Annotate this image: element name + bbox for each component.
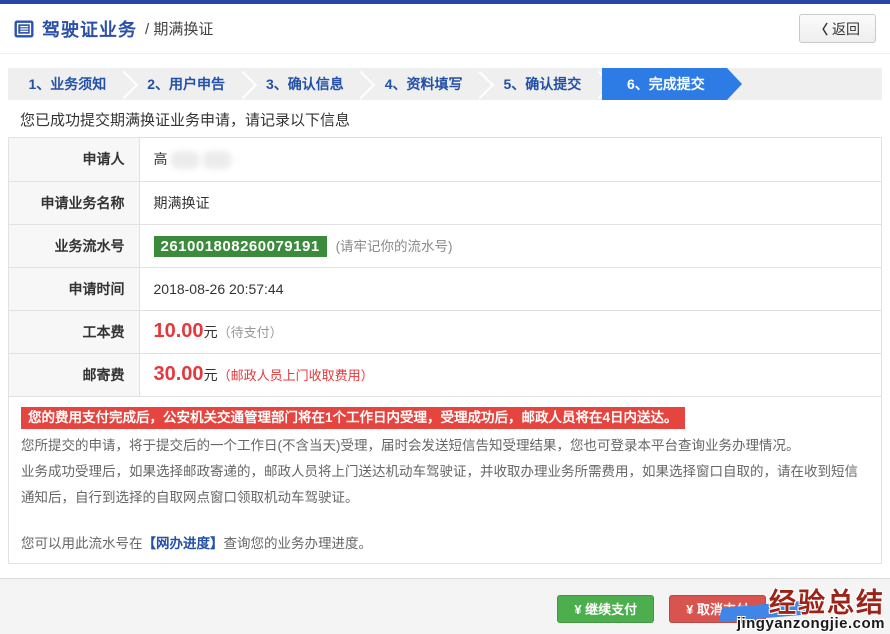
redacted-name [202,151,232,169]
notice-paragraph-1: 您所提交的申请，将于提交后的一个工作日(不含当天)受理，届时会发送短信告知受理结… [21,433,869,459]
online-progress-link[interactable]: 【网办进度】 [143,536,224,551]
page: 驾驶证业务 / 期满换证 〈 返回 1、业务须知 2、用户申告 3、确认信息 4… [0,0,890,634]
breadcrumb: / 期满换证 [145,18,213,39]
notice-paragraphs: 您所提交的申请，将于提交后的一个工作日(不含当天)受理，届时会发送短信告知受理结… [21,433,869,511]
back-button[interactable]: 〈 返回 [799,14,876,43]
license-business-icon [14,19,34,39]
chevron-left-icon: 〈 [815,19,828,38]
header: 驾驶证业务 / 期满换证 〈 返回 [0,4,890,54]
table-row-applicant: 申请人 高 [9,138,881,181]
applicant-label: 申请人 [9,138,139,181]
continue-payment-button[interactable]: ¥ 继续支付 [557,595,654,623]
notice-section: 您的费用支付完成后，公安机关交通管理部门将在1个工作日内受理，受理成功后，邮政人… [9,397,881,563]
success-message: 您已成功提交期满换证业务申请，请记录以下信息 [8,100,882,137]
work-fee-amount: 10.00 [154,320,204,342]
apply-time-value: 2018-08-26 20:57:44 [139,267,881,310]
step-6-complete-submit-active[interactable]: 6、完成提交 [602,68,742,100]
business-name-label: 申请业务名称 [9,181,139,224]
postage-fee-note: （邮政人员上门收取费用） [218,368,374,383]
application-info-table: 申请人 高 申请业务名称 期满换证 业务流水号 2610018082600791… [9,138,881,397]
serial-number-label: 业务流水号 [9,224,139,267]
applicant-value: 高 [139,138,881,181]
table-row-apply-time: 申请时间 2018-08-26 20:57:44 [9,267,881,310]
serial-number-badge: 261001808260079191 [154,236,327,257]
watermark-title: 经验总结 [710,588,885,618]
back-button-label: 返回 [832,19,860,39]
watermark: 经验总结 jingyanzongjie.com [710,588,885,632]
apply-time-label: 申请时间 [9,267,139,310]
table-row-postage-fee: 邮寄费 30.00元（邮政人员上门收取费用） [9,353,881,396]
work-fee-label: 工本费 [9,310,139,353]
serial-number-note: (请牢记你的流水号) [336,239,453,254]
work-fee-value: 10.00元（待支付） [139,310,881,353]
progress-hint: 您可以用此流水号在【网办进度】查询您的业务办理进度。 [21,531,869,557]
serial-number-value: 261001808260079191 (请牢记你的流水号) [139,224,881,267]
postage-fee-label: 邮寄费 [9,353,139,396]
postage-fee-amount: 30.00 [154,363,204,385]
table-row-work-fee: 工本费 10.00元（待支付） [9,310,881,353]
wizard-steps: 1、业务须知 2、用户申告 3、确认信息 4、资料填写 5、确认提交 6、完成提… [8,68,882,100]
application-info-box: 申请人 高 申请业务名称 期满换证 业务流水号 2610018082600791… [8,137,882,564]
page-title: 驾驶证业务 [42,16,137,42]
watermark-domain: jingyanzongjie.com [710,615,885,632]
work-fee-note: （待支付） [218,325,283,340]
payment-warning-banner: 您的费用支付完成后，公安机关交通管理部门将在1个工作日内受理，受理成功后，邮政人… [21,407,685,429]
step-2-user-declaration[interactable]: 2、用户申告 [127,68,246,100]
table-row-business-name: 申请业务名称 期满换证 [9,181,881,224]
redacted-name [170,151,200,169]
table-row-serial-number: 业务流水号 261001808260079191 (请牢记你的流水号) [9,224,881,267]
business-name-value: 期满换证 [139,181,881,224]
steps-filler [742,68,882,100]
postage-fee-value: 30.00元（邮政人员上门收取费用） [139,353,881,396]
notice-paragraph-2: 业务成功受理后，如果选择邮政寄递的，邮政人员将上门送达机动车驾驶证，并收取办理业… [21,459,869,511]
